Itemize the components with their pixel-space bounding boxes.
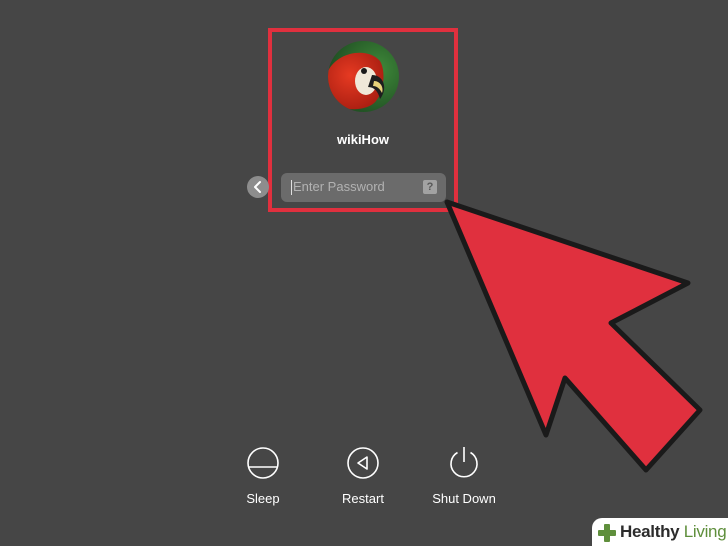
- restart-label: Restart: [342, 491, 384, 506]
- user-avatar[interactable]: [328, 41, 399, 112]
- back-button[interactable]: [247, 176, 269, 198]
- parrot-avatar-image: [328, 41, 399, 112]
- shutdown-icon: [450, 447, 478, 478]
- username-label: wikiHow: [336, 132, 389, 147]
- text-cursor: [291, 180, 292, 195]
- sleep-icon: [247, 447, 279, 479]
- healthy-living-watermark: Healthy Living: [592, 518, 728, 546]
- restart-icon: [347, 447, 379, 479]
- password-field[interactable]: Enter Password ?: [281, 173, 446, 202]
- watermark-text: Healthy Living: [620, 522, 727, 541]
- password-placeholder: Enter Password: [293, 179, 385, 194]
- chevron-left-icon: [254, 181, 261, 193]
- sleep-button[interactable]: Sleep: [223, 446, 303, 506]
- shutdown-button[interactable]: Shut Down: [424, 446, 504, 506]
- restart-button[interactable]: Restart: [323, 446, 403, 506]
- shutdown-label: Shut Down: [432, 491, 496, 506]
- sleep-label: Sleep: [246, 491, 280, 506]
- plus-logo-icon: [598, 524, 616, 542]
- password-hint-icon[interactable]: ?: [423, 180, 437, 194]
